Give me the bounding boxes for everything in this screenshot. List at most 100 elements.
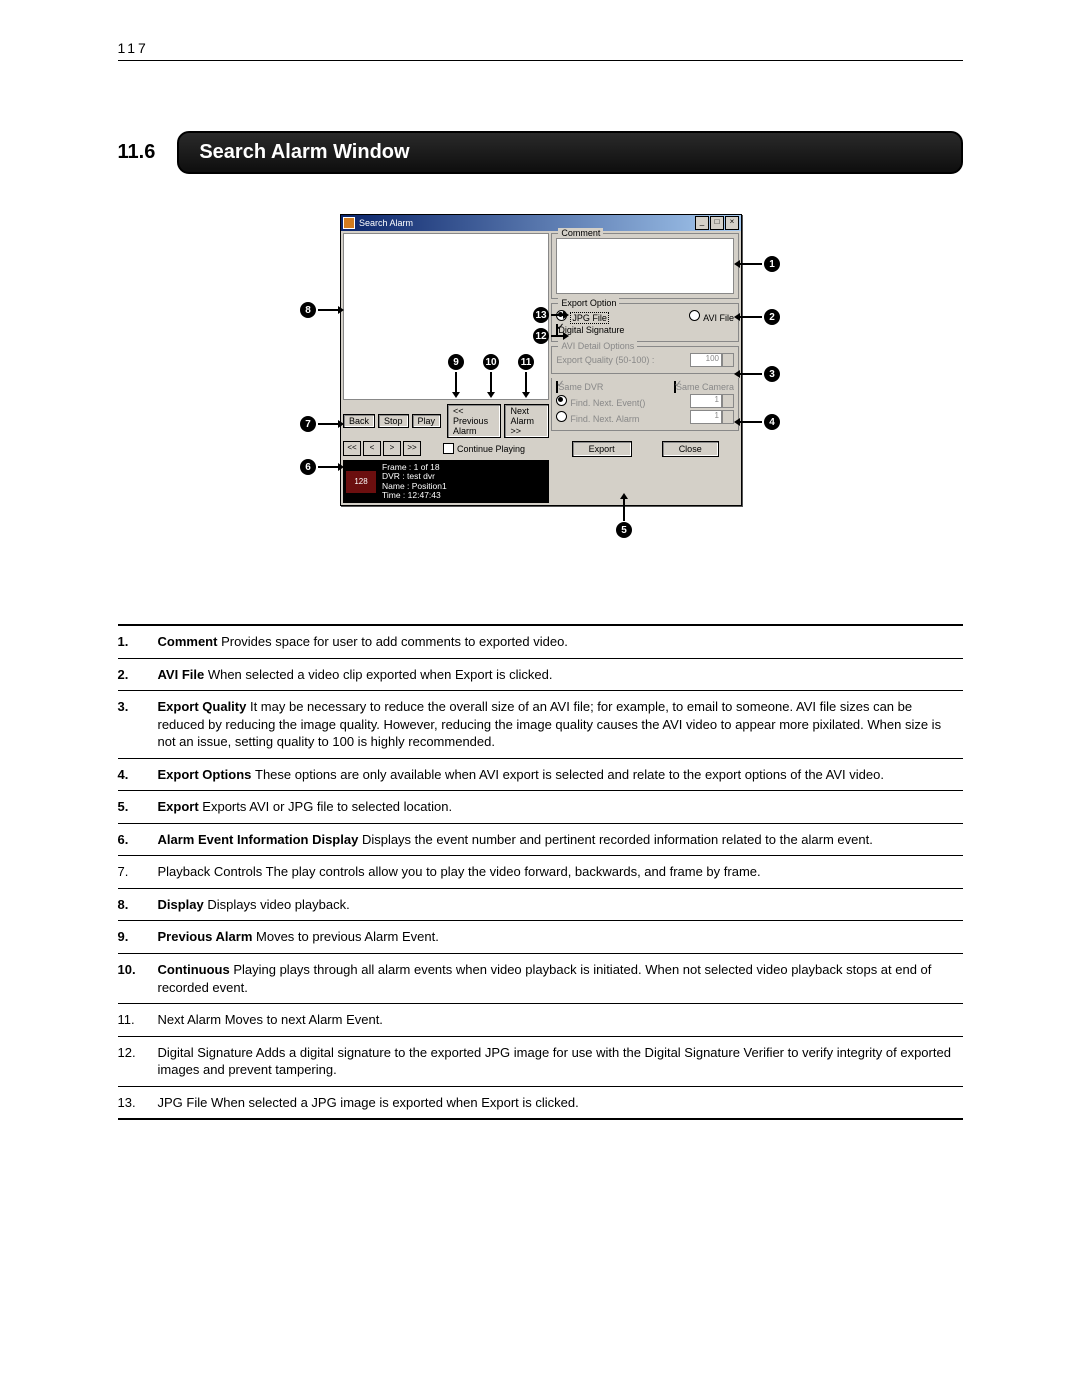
definition-row: 6.Alarm Event Information Display Displa…	[118, 824, 963, 857]
definition-text: Previous Alarm Moves to previous Alarm E…	[158, 928, 963, 946]
arrow-icon	[740, 373, 762, 375]
definition-number: 3.	[118, 698, 148, 751]
find-group: Same DVR Same Camera Find. Next. Event()…	[551, 378, 739, 431]
export-button[interactable]: Export	[572, 441, 632, 457]
definition-text: Next Alarm Moves to next Alarm Event.	[158, 1011, 963, 1029]
definition-row: 9. Previous Alarm Moves to previous Alarm…	[118, 921, 963, 954]
play-button[interactable]: Play	[412, 414, 442, 428]
titlebar: Search Alarm _ □ ×	[341, 215, 741, 231]
jpg-file-label: JPG File	[570, 312, 609, 324]
definition-number: 2.	[118, 666, 148, 684]
arrow-icon	[455, 372, 457, 392]
arrow-icon	[318, 423, 338, 425]
callout-6: 6	[300, 459, 316, 475]
definition-row: 12. Digital Signature Adds a digital sign…	[118, 1037, 963, 1087]
fast-fwd-button[interactable]: >>	[403, 441, 421, 456]
stop-button[interactable]: Stop	[378, 414, 409, 428]
find-next-event-label: Find. Next. Event()	[570, 398, 645, 408]
avi-radio[interactable]	[689, 310, 700, 321]
comment-group: Comment	[551, 233, 739, 299]
definition-row: 10. Continuous Playing plays through all …	[118, 954, 963, 1004]
definition-text: AVI File When selected a video clip expo…	[158, 666, 963, 684]
figure: Search Alarm _ □ × Back	[300, 214, 780, 564]
callout-7: 7	[300, 416, 316, 432]
callout-3: 3	[764, 366, 780, 382]
definition-row: 2. AVI File When selected a video clip ex…	[118, 659, 963, 692]
thumbnail: 128	[346, 471, 376, 493]
avi-detail-label: AVI Detail Options	[558, 341, 637, 351]
comment-group-label: Comment	[558, 228, 603, 238]
step-back-button[interactable]: <	[363, 441, 381, 456]
arrow-icon	[551, 314, 563, 316]
definition-number: 10.	[118, 961, 148, 996]
definition-text: Export Quality It may be necessary to re…	[158, 698, 963, 751]
callout-5: 5	[616, 522, 632, 538]
count-value-1[interactable]: 1	[690, 394, 722, 408]
arrow-icon	[525, 372, 527, 392]
definition-row: 4.Export Options These options are only …	[118, 759, 963, 792]
definition-text: Comment Provides space for user to add c…	[158, 633, 963, 651]
find-next-alarm-label: Find. Next. Alarm	[570, 414, 639, 424]
definition-number: 5.	[118, 798, 148, 816]
find-next-event-radio[interactable]	[556, 395, 567, 406]
same-dvr-label: Same DVR	[558, 382, 603, 392]
definition-row: 13.JPG File When selected a JPG image is…	[118, 1087, 963, 1119]
count-value-2[interactable]: 1	[690, 410, 722, 424]
definition-number: 7.	[118, 863, 148, 881]
find-next-alarm-radio[interactable]	[556, 411, 567, 422]
definition-row: 11. Next Alarm Moves to next Alarm Event.	[118, 1004, 963, 1037]
callout-13: 13	[533, 307, 549, 323]
close-button[interactable]: Close	[662, 441, 719, 457]
callout-8: 8	[300, 302, 316, 318]
video-display	[343, 233, 549, 400]
section-title: Search Alarm Window	[177, 131, 962, 174]
definition-row: 3.Export Quality It may be necessary to …	[118, 691, 963, 759]
definition-number: 11.	[118, 1011, 148, 1029]
definition-number: 6.	[118, 831, 148, 849]
definition-text: Export Exports AVI or JPG file to select…	[158, 798, 963, 816]
callout-1: 1	[764, 256, 780, 272]
export-option-label: Export Option	[558, 298, 619, 308]
spin-icon[interactable]	[722, 353, 734, 367]
avi-detail-group: AVI Detail Options Export Quality (50-10…	[551, 346, 739, 374]
definition-row: 5. Export Exports AVI or JPG file to sele…	[118, 791, 963, 824]
definition-number: 12.	[118, 1044, 148, 1079]
search-alarm-dialog: Search Alarm _ □ × Back	[340, 214, 742, 506]
close-icon[interactable]: ×	[725, 216, 739, 230]
callout-11: 11	[518, 354, 534, 370]
rewind-button[interactable]: <<	[343, 441, 361, 456]
arrow-icon	[740, 316, 762, 318]
definition-number: 9.	[118, 928, 148, 946]
definition-text: Playback Controls The play controls allo…	[158, 863, 963, 881]
definition-number: 13.	[118, 1094, 148, 1112]
arrow-icon	[318, 309, 338, 311]
next-alarm-button[interactable]: Next Alarm >>	[504, 404, 549, 438]
minimize-icon[interactable]: _	[695, 216, 709, 230]
info-bar: 128 Frame : 1 of 18 DVR : test dvr Name …	[343, 460, 549, 503]
callout-4: 4	[764, 414, 780, 430]
definition-text: Continuous Playing plays through all ala…	[158, 961, 963, 996]
avi-file-label: AVI File	[703, 313, 734, 323]
definition-row: 8.Display Displays video playback.	[118, 889, 963, 922]
definition-text: Display Displays video playback.	[158, 896, 963, 914]
definition-text: Digital Signature Adds a digital signatu…	[158, 1044, 963, 1079]
section-number: 11.6	[118, 141, 156, 164]
callout-12: 12	[533, 328, 549, 344]
back-button[interactable]: Back	[343, 414, 375, 428]
definition-table: 1.Comment Provides space for user to add…	[118, 624, 963, 1120]
comment-textarea[interactable]	[556, 238, 734, 294]
maximize-icon[interactable]: □	[710, 216, 724, 230]
arrow-icon	[740, 263, 762, 265]
previous-alarm-button[interactable]: << Previous Alarm	[447, 404, 501, 438]
arrow-icon	[551, 335, 563, 337]
callout-2: 2	[764, 309, 780, 325]
continue-playing-checkbox[interactable]	[443, 443, 454, 454]
step-fwd-button[interactable]: >	[383, 441, 401, 456]
spin-icon-3[interactable]	[722, 410, 734, 424]
export-quality-value[interactable]: 100	[690, 353, 722, 367]
definition-row: 1.Comment Provides space for user to add…	[118, 626, 963, 659]
definition-text: Export Options These options are only av…	[158, 766, 963, 784]
spin-icon-2[interactable]	[722, 394, 734, 408]
same-camera-checkbox[interactable]	[674, 381, 676, 393]
alert-icon	[343, 217, 355, 229]
